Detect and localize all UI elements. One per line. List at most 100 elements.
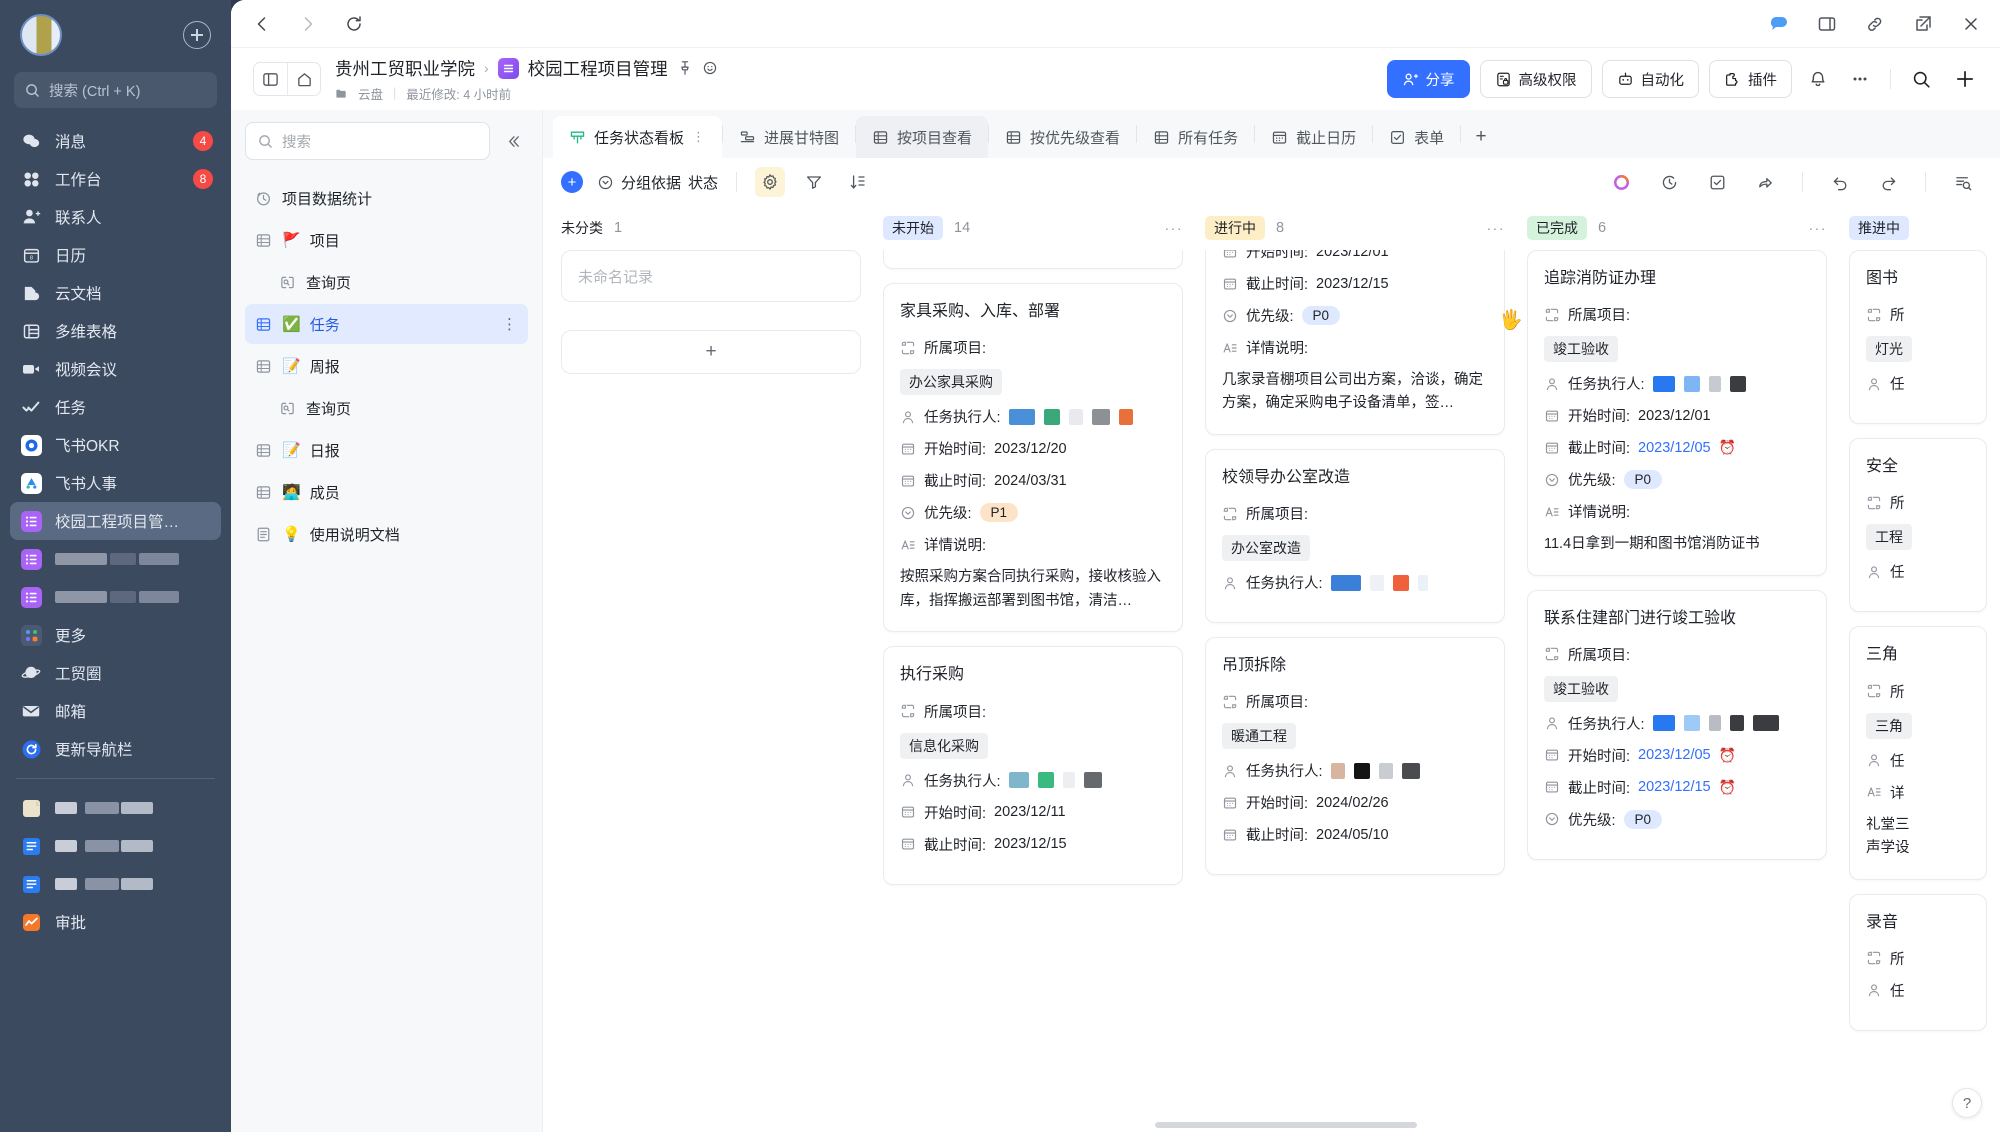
rail-item-0[interactable]: 消息 4 bbox=[10, 122, 221, 160]
rail-item-6[interactable]: 视频会议 bbox=[10, 350, 221, 388]
more-actions-icon[interactable] bbox=[1844, 60, 1876, 98]
add-record-icon[interactable]: + bbox=[561, 171, 583, 193]
group-by-control[interactable]: 分组依据 状态 bbox=[597, 172, 718, 193]
rail-item-13[interactable]: 更多 bbox=[10, 616, 221, 654]
back-icon[interactable] bbox=[249, 11, 275, 37]
rail-item-7[interactable]: 任务 bbox=[10, 388, 221, 426]
task-card[interactable]: 安全 所 工程 任 bbox=[1849, 438, 1987, 612]
horizontal-scrollbar[interactable] bbox=[873, 1122, 1880, 1128]
tree-item-7[interactable]: 🧑‍💻 成员 bbox=[245, 472, 528, 512]
search-doc-icon[interactable] bbox=[1905, 60, 1938, 98]
column-name[interactable]: 进行中 bbox=[1205, 216, 1265, 241]
tree-item-8[interactable]: 💡 使用说明文档 bbox=[245, 514, 528, 554]
tree-item-4[interactable]: 📝 周报 bbox=[245, 346, 528, 386]
redo-icon[interactable] bbox=[1873, 167, 1903, 197]
settings-icon[interactable] bbox=[755, 167, 785, 197]
reload-icon[interactable] bbox=[341, 11, 367, 37]
task-card[interactable]: 联系住建部门进行竣工验收所属项目:竣工验收任务执行人:开始时间:2023/12/… bbox=[1527, 590, 1827, 860]
column-more-icon[interactable]: ··· bbox=[1809, 220, 1828, 236]
task-card[interactable]: 家具采购、入库、部署所属项目:办公家具采购任务执行人:开始时间:2023/12/… bbox=[883, 283, 1183, 632]
rail-item-10[interactable]: 校园工程项目管… bbox=[10, 502, 221, 540]
add-icon[interactable] bbox=[183, 21, 211, 49]
sort-icon[interactable] bbox=[843, 167, 873, 197]
rail-item-9[interactable]: 飞书人事 bbox=[10, 464, 221, 502]
pin-icon[interactable] bbox=[677, 60, 693, 76]
comment-icon[interactable] bbox=[1766, 11, 1792, 37]
rail-recent-item-0[interactable] bbox=[10, 789, 221, 827]
close-tab-icon[interactable] bbox=[1958, 11, 1984, 37]
tree-item-0[interactable]: 项目数据统计 bbox=[245, 178, 528, 218]
scrollbar-thumb[interactable] bbox=[1155, 1122, 1417, 1128]
tab-1[interactable]: 进展甘特图 bbox=[723, 116, 855, 158]
task-card[interactable]: 执行采购所属项目:信息化采购任务执行人:开始时间:2023/12/11截止时间:… bbox=[883, 646, 1183, 884]
add-view-button[interactable]: + bbox=[1461, 116, 1501, 158]
task-card[interactable]: 吊顶拆除所属项目:暖通工程任务执行人:开始时间:2024/02/26截止时间:2… bbox=[1205, 637, 1505, 875]
undo-icon[interactable] bbox=[1825, 167, 1855, 197]
breadcrumb-org[interactable]: 贵州工贸职业学院 bbox=[335, 56, 475, 81]
tab-5[interactable]: 截止日历 bbox=[1255, 116, 1372, 158]
search-records-icon[interactable] bbox=[1948, 167, 1978, 197]
share-view-icon[interactable] bbox=[1750, 167, 1780, 197]
rail-item-5[interactable]: 多维表格 bbox=[10, 312, 221, 350]
notification-icon[interactable] bbox=[1802, 60, 1834, 98]
doc-location[interactable]: 云盘 bbox=[358, 84, 383, 103]
rail-item-2[interactable]: 联系人 bbox=[10, 198, 221, 236]
task-check-icon[interactable] bbox=[1702, 167, 1732, 197]
history-icon[interactable] bbox=[1654, 167, 1684, 197]
task-card[interactable]: 追踪消防证办理所属项目:竣工验收任务执行人:开始时间:2023/12/01截止时… bbox=[1527, 250, 1827, 576]
task-card-clipped[interactable]: 对接支援单位接收援助纸质图书，完… bbox=[883, 250, 1183, 269]
ai-assistant-icon[interactable] bbox=[1606, 167, 1636, 197]
task-card-clipped[interactable]: 任务执行人:开始时间:2023/12/01截止时间:2023/12/15优先级:… bbox=[1205, 250, 1505, 435]
tree-item-3[interactable]: ✅ 任务 ⋮ bbox=[245, 304, 528, 344]
tab-3[interactable]: 按优先级查看 bbox=[989, 116, 1136, 158]
avatar[interactable] bbox=[20, 14, 62, 56]
share-button[interactable]: 分享 bbox=[1387, 60, 1470, 98]
toggle-sidepanel-icon[interactable] bbox=[254, 63, 287, 95]
advanced-permission-button[interactable]: 高级权限 bbox=[1480, 60, 1592, 98]
rail-item-15[interactable]: 邮箱 bbox=[10, 692, 221, 730]
rail-item-4[interactable]: 云文档 bbox=[10, 274, 221, 312]
tree-item-1[interactable]: 🚩 项目 bbox=[245, 220, 528, 260]
rail-recent-item-1[interactable] bbox=[10, 827, 221, 865]
filter-icon[interactable] bbox=[799, 167, 829, 197]
forward-icon[interactable] bbox=[295, 11, 321, 37]
rail-item-11[interactable] bbox=[10, 540, 221, 578]
plugin-button[interactable]: 插件 bbox=[1709, 60, 1792, 98]
column-name[interactable]: 未分类 bbox=[561, 216, 603, 241]
automation-button[interactable]: 自动化 bbox=[1602, 60, 1700, 98]
column-name[interactable]: 已完成 bbox=[1527, 216, 1587, 241]
tree-item-more-icon[interactable]: ⋮ bbox=[502, 315, 518, 333]
tab-2[interactable]: 按项目查看 bbox=[856, 116, 988, 158]
add-record-button[interactable]: + bbox=[561, 330, 861, 374]
help-button[interactable]: ? bbox=[1952, 1088, 1982, 1118]
rail-recent-item-2[interactable] bbox=[10, 865, 221, 903]
tree-item-2[interactable]: 查询页 bbox=[245, 262, 528, 302]
column-name[interactable]: 未开始 bbox=[883, 216, 943, 241]
rail-item-12[interactable] bbox=[10, 578, 221, 616]
column-more-icon[interactable]: ··· bbox=[1165, 220, 1184, 236]
tree-item-6[interactable]: 📝 日报 bbox=[245, 430, 528, 470]
global-search-input[interactable]: 搜索 (Ctrl + K) bbox=[14, 72, 217, 108]
tab-6[interactable]: 表单 bbox=[1373, 116, 1460, 158]
tree-search-input[interactable]: 搜索 bbox=[245, 122, 490, 160]
link-icon[interactable] bbox=[1862, 11, 1888, 37]
task-card[interactable]: 录音 所 任 bbox=[1849, 894, 1987, 1031]
emoji-reaction-icon[interactable] bbox=[702, 60, 718, 76]
tree-item-5[interactable]: 查询页 bbox=[245, 388, 528, 428]
rail-item-14[interactable]: 工贸圈 bbox=[10, 654, 221, 692]
new-record-input[interactable]: 未命名记录 bbox=[561, 250, 861, 302]
task-card[interactable]: 图书 所 灯光 任 bbox=[1849, 250, 1987, 424]
task-card[interactable]: 校领导办公室改造所属项目:办公室改造任务执行人: bbox=[1205, 449, 1505, 623]
column-name[interactable]: 推进中 bbox=[1849, 216, 1909, 241]
new-doc-icon[interactable] bbox=[1948, 60, 1982, 98]
home-icon[interactable] bbox=[287, 63, 320, 95]
rail-item-16[interactable]: 更新导航栏 bbox=[10, 730, 221, 768]
rail-recent-item-3[interactable]: 审批 bbox=[10, 903, 221, 941]
rail-item-1[interactable]: 工作台 8 bbox=[10, 160, 221, 198]
tab-4[interactable]: 所有任务 bbox=[1137, 116, 1254, 158]
tab-0[interactable]: 任务状态看板 ⋮ bbox=[553, 116, 722, 158]
column-more-icon[interactable]: ··· bbox=[1487, 220, 1506, 236]
task-card[interactable]: 三角 所 三角 任 详礼堂三声学设 bbox=[1849, 626, 1987, 879]
rail-item-3[interactable]: 8 日历 bbox=[10, 236, 221, 274]
popout-icon[interactable] bbox=[1910, 11, 1936, 37]
